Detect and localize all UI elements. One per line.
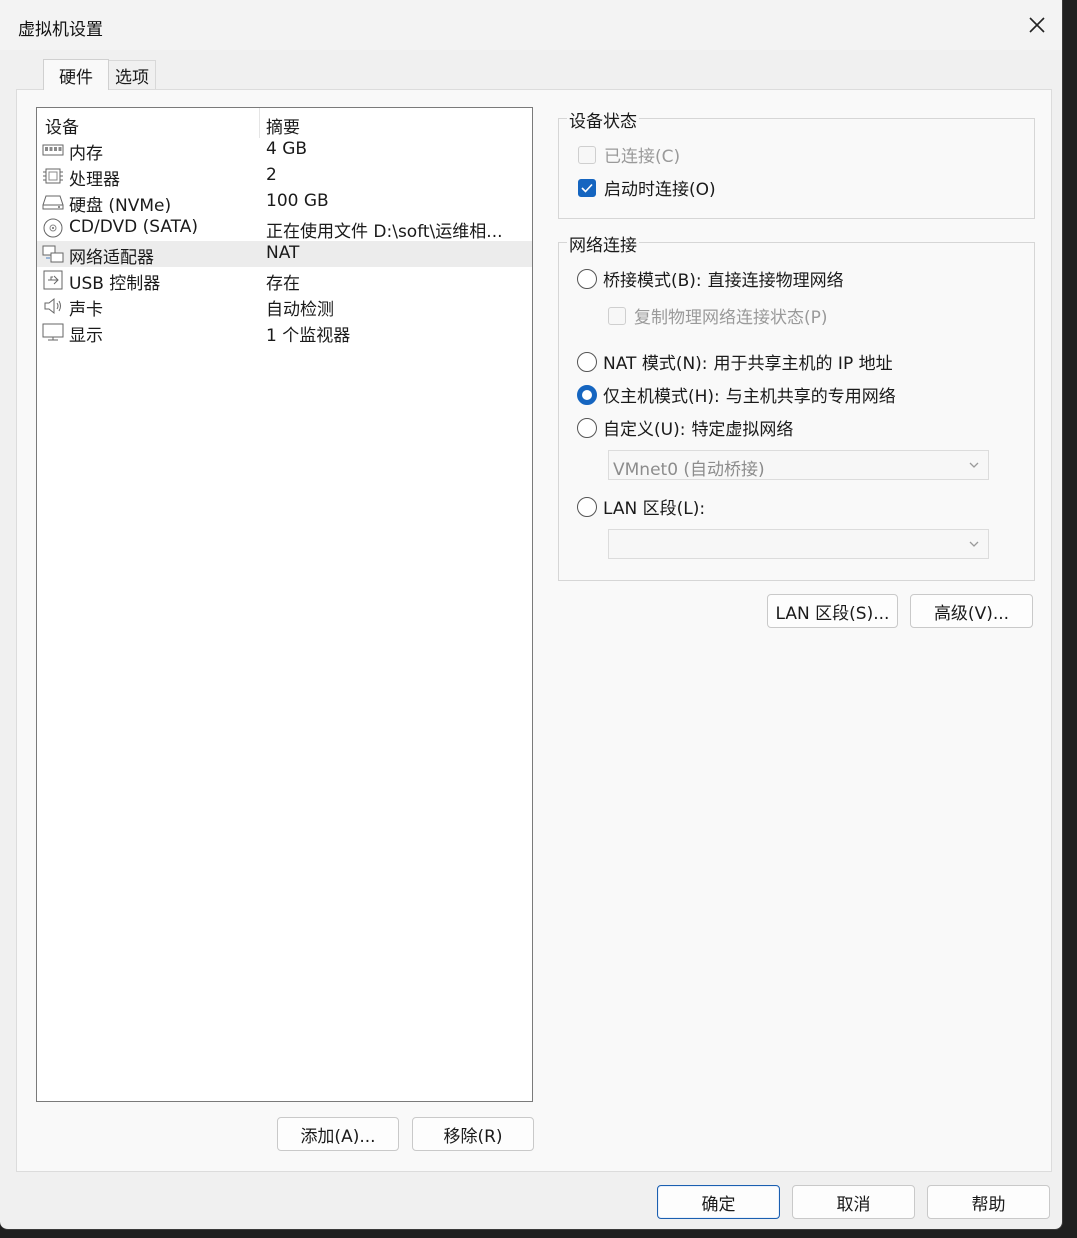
radio-description: 与主机共享的专用网络 — [725, 387, 896, 407]
radio-circle — [577, 496, 597, 517]
checkbox-label: 已连接(C) — [604, 147, 681, 167]
select-value: VMnet0 (自动桥接) — [613, 460, 765, 480]
host-only-radio[interactable]: 仅主机模式(H): 与主机共享的专用网络 — [577, 382, 896, 407]
memory-icon — [42, 144, 64, 156]
checkmark-icon — [581, 183, 593, 193]
replicate-state-checkbox[interactable]: 复制物理网络连接状态(P) — [608, 303, 828, 328]
close-icon — [1029, 17, 1045, 33]
device-summary: 自动检测 — [266, 300, 334, 320]
device-summary: 正在使用文件 D:\soft\运维相... — [266, 222, 503, 242]
chevron-down-icon — [969, 541, 979, 547]
add-device-button[interactable]: 添加(A)... — [277, 1117, 399, 1151]
device-name: USB 控制器 — [69, 274, 161, 294]
radio-label: NAT 模式(N): — [603, 354, 708, 374]
help-button[interactable]: 帮助 — [927, 1185, 1050, 1219]
checkbox-label: 启动时连接(O) — [604, 180, 716, 200]
lan-segment-select[interactable] — [608, 529, 989, 559]
radio-label: 仅主机模式(H): — [603, 387, 720, 407]
window-title: 虚拟机设置 — [18, 20, 103, 40]
usb-icon — [43, 270, 63, 290]
device-name: 内存 — [69, 144, 103, 164]
device-status-group: 设备状态 已连接(C) 启动时连接(O) — [558, 107, 1035, 219]
tab-hardware[interactable]: 硬件 — [43, 59, 109, 90]
lan-segments-button[interactable]: LAN 区段(S)... — [767, 594, 898, 628]
group-title: 网络连接 — [567, 231, 639, 256]
column-separator[interactable] — [259, 108, 260, 138]
list-header: 设备 摘要 — [37, 108, 532, 138]
device-summary: NAT — [266, 243, 300, 263]
cd-dvd-icon — [43, 218, 63, 238]
device-summary: 2 — [266, 165, 277, 185]
chevron-down-icon — [969, 462, 979, 468]
radio-label: 自定义(U): — [603, 420, 686, 440]
checkbox-box — [578, 145, 596, 164]
tab-options[interactable]: 选项 — [108, 60, 156, 89]
nat-radio[interactable]: NAT 模式(N): 用于共享主机的 IP 地址 — [577, 349, 893, 374]
device-name: 处理器 — [69, 170, 120, 190]
tab-content: 设备 摘要 内存 4 GB 处理器 2 硬盘 (NVMe) 100 GB CD/… — [16, 89, 1052, 1172]
column-header-summary[interactable]: 摘要 — [266, 113, 300, 138]
device-row-cd-dvd[interactable]: CD/DVD (SATA) 正在使用文件 D:\soft\运维相... — [37, 215, 532, 242]
close-button[interactable] — [1012, 0, 1062, 50]
device-summary: 100 GB — [266, 191, 329, 211]
cancel-button[interactable]: 取消 — [792, 1185, 915, 1219]
network-adapter-icon — [42, 245, 64, 263]
device-name: 显示 — [69, 326, 103, 346]
column-header-device[interactable]: 设备 — [45, 113, 79, 138]
vm-settings-dialog: 虚拟机设置 硬件 选项 设备 摘要 内存 4 GB 处理器 2 硬盘 (NVMe… — [0, 0, 1063, 1230]
radio-description: 直接连接物理网络 — [707, 271, 844, 291]
radio-label: LAN 区段(L): — [603, 499, 706, 519]
checkbox-box — [578, 178, 596, 197]
device-row-display[interactable]: 显示 1 个监视器 — [37, 319, 532, 346]
radio-label: 桥接模式(B): — [603, 271, 702, 291]
radio-description: 特定虚拟网络 — [691, 420, 794, 440]
custom-network-select[interactable]: VMnet0 (自动桥接) — [608, 450, 989, 480]
device-summary: 4 GB — [266, 139, 308, 159]
network-connection-group: 网络连接 桥接模式(B): 直接连接物理网络 复制物理网络连接状态(P) NAT… — [558, 231, 1035, 581]
radio-circle — [577, 351, 597, 372]
device-row-usb[interactable]: USB 控制器 存在 — [37, 267, 532, 294]
connect-on-power-on-checkbox[interactable]: 启动时连接(O) — [578, 175, 716, 200]
harddisk-icon — [42, 195, 64, 210]
group-title: 设备状态 — [567, 107, 639, 132]
radio-circle — [577, 384, 597, 405]
device-row-memory[interactable]: 内存 4 GB — [37, 137, 532, 164]
checkbox-label: 复制物理网络连接状态(P) — [634, 308, 828, 328]
device-row-network-adapter[interactable]: 网络适配器 NAT — [37, 241, 532, 268]
radio-circle — [577, 268, 597, 289]
device-name: 网络适配器 — [69, 248, 154, 268]
custom-radio[interactable]: 自定义(U): 特定虚拟网络 — [577, 415, 793, 440]
device-name: 声卡 — [69, 300, 103, 320]
bridged-radio[interactable]: 桥接模式(B): 直接连接物理网络 — [577, 266, 844, 291]
remove-device-button[interactable]: 移除(R) — [412, 1117, 534, 1151]
connected-checkbox[interactable]: 已连接(C) — [578, 142, 680, 167]
device-summary: 存在 — [266, 274, 300, 294]
processor-icon — [43, 168, 63, 184]
radio-description: 用于共享主机的 IP 地址 — [713, 354, 893, 374]
device-row-sound[interactable]: 声卡 自动检测 — [37, 293, 532, 320]
sound-icon — [44, 297, 61, 315]
ok-button[interactable]: 确定 — [657, 1185, 780, 1219]
device-name: 硬盘 (NVMe) — [69, 196, 172, 216]
device-row-processor[interactable]: 处理器 2 — [37, 163, 532, 190]
title-bar: 虚拟机设置 — [0, 0, 1062, 50]
checkbox-box — [608, 306, 626, 325]
display-icon — [42, 323, 64, 341]
radio-circle — [577, 417, 597, 438]
device-summary: 1 个监视器 — [266, 326, 351, 346]
device-row-harddisk[interactable]: 硬盘 (NVMe) 100 GB — [37, 189, 532, 216]
lan-segment-radio[interactable]: LAN 区段(L): — [577, 494, 705, 519]
advanced-button[interactable]: 高级(V)... — [910, 594, 1033, 628]
device-list[interactable]: 设备 摘要 内存 4 GB 处理器 2 硬盘 (NVMe) 100 GB CD/… — [36, 107, 533, 1102]
device-name: CD/DVD (SATA) — [69, 217, 198, 237]
